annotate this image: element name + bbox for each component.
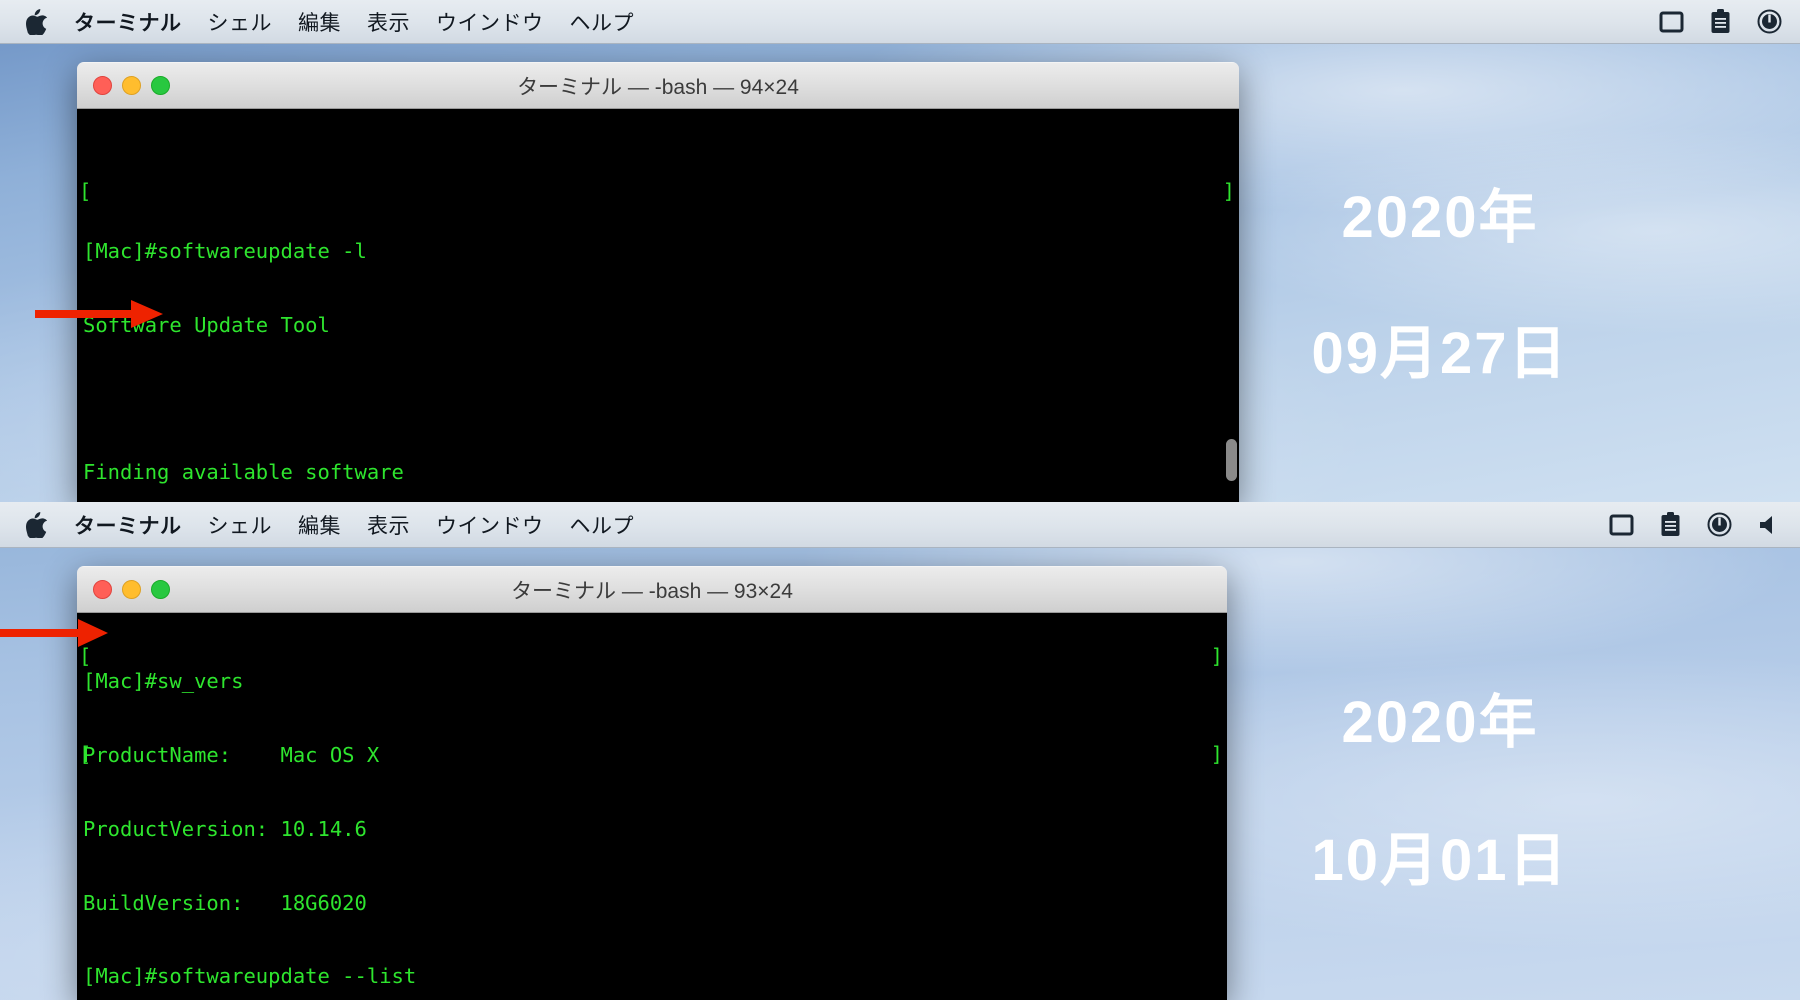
menu-item-window[interactable]: ウインドウ: [436, 7, 544, 37]
capture-edge-mark: [: [79, 742, 92, 766]
date-year-top: 2020年: [1341, 185, 1539, 250]
titlebar-bottom[interactable]: ターミナル — -bash — 93×24: [77, 566, 1227, 613]
capture-edge-mark: ]: [1210, 742, 1223, 766]
zoom-button[interactable]: [151, 76, 170, 95]
titlebar-top[interactable]: ターミナル — -bash — 94×24: [77, 62, 1239, 109]
terminal-window-top[interactable]: ターミナル — -bash — 94×24 [Mac]#softwareupda…: [77, 62, 1239, 502]
menu-item-help[interactable]: ヘルプ: [570, 510, 635, 540]
window-title-top: ターミナル — -bash — 94×24: [517, 75, 799, 99]
apple-logo-icon[interactable]: [26, 511, 48, 538]
capture-edge-mark: [: [79, 179, 92, 203]
zoom-button[interactable]: [151, 580, 170, 599]
terminal-line: ProductVersion: 10.14.6: [83, 816, 367, 841]
menu-item-shell[interactable]: シェル: [208, 510, 273, 540]
date-caption-top: 2020年 09月27日: [1290, 170, 1590, 390]
terminal-body-bottom[interactable]: [Mac]#sw_vers ProductName: Mac OS X Prod…: [77, 613, 1227, 1000]
date-day-bottom: 10月01日: [1311, 828, 1569, 893]
menu-item-window[interactable]: ウインドウ: [436, 510, 544, 540]
window-controls-top[interactable]: [93, 76, 170, 95]
screen-mirroring-icon[interactable]: [1659, 11, 1684, 33]
capture-edge-mark: ]: [1210, 644, 1223, 668]
power-icon[interactable]: [1757, 9, 1782, 34]
date-year-bottom: 2020年: [1341, 690, 1539, 755]
terminal-output-bottom: [Mac]#sw_vers ProductName: Mac OS X Prod…: [77, 613, 1227, 1000]
terminal-body-top[interactable]: [Mac]#softwareupdate -l Software Update …: [77, 109, 1239, 502]
terminal-line: [Mac]#softwareupdate -l: [83, 238, 367, 263]
terminal-line: Software Update Tool: [83, 312, 330, 337]
date-caption-bottom: 2020年 10月01日: [1290, 675, 1590, 897]
terminal-output-top: [Mac]#softwareupdate -l Software Update …: [77, 109, 1239, 502]
screen-mirroring-icon[interactable]: [1609, 514, 1634, 536]
terminal-line: [Mac]#softwareupdate --list: [83, 964, 417, 989]
menu-bar-top: ターミナル シェル 編集 表示 ウインドウ ヘルプ: [0, 0, 1800, 44]
menu-item-terminal[interactable]: ターミナル: [74, 7, 182, 37]
minimize-button[interactable]: [122, 76, 141, 95]
terminal-line: [Mac]#sw_vers: [83, 669, 244, 694]
clipboard-icon[interactable]: [1710, 9, 1731, 34]
menu-item-terminal[interactable]: ターミナル: [74, 510, 182, 540]
menu-item-view[interactable]: 表示: [367, 7, 410, 37]
menu-item-help[interactable]: ヘルプ: [570, 7, 635, 37]
terminal-line: BuildVersion: 18G6020: [83, 890, 367, 915]
top-screenshot-pane: ターミナル シェル 編集 表示 ウインドウ ヘルプ 2020年 09月27日 タ…: [0, 0, 1800, 502]
menu-item-edit[interactable]: 編集: [298, 7, 341, 37]
window-controls-bottom[interactable]: [93, 580, 170, 599]
terminal-window-bottom[interactable]: ターミナル — -bash — 93×24 [Mac]#sw_vers Prod…: [77, 566, 1227, 1000]
annotation-arrow-bottom: [0, 619, 108, 647]
annotation-arrow-top: [35, 300, 163, 328]
date-day-top: 09月27日: [1311, 321, 1569, 386]
minimize-button[interactable]: [122, 580, 141, 599]
capture-edge-mark: ]: [1222, 179, 1235, 203]
menu-item-shell[interactable]: シェル: [208, 7, 273, 37]
terminal-line: ProductName: Mac OS X: [83, 742, 380, 767]
close-button[interactable]: [93, 580, 112, 599]
close-button[interactable]: [93, 76, 112, 95]
apple-logo-icon[interactable]: [26, 8, 48, 35]
clipboard-icon[interactable]: [1660, 512, 1681, 537]
terminal-scrollbar-top[interactable]: [1226, 439, 1237, 481]
menu-bar-bottom: ターミナル シェル 編集 表示 ウインドウ ヘルプ: [0, 502, 1800, 548]
terminal-line: Finding available software: [83, 460, 404, 485]
bottom-screenshot-pane: ターミナル シェル 編集 表示 ウインドウ ヘルプ 2020年 10月01日 タ…: [0, 502, 1800, 1000]
menu-item-view[interactable]: 表示: [367, 510, 410, 540]
screenshot-root: ターミナル シェル 編集 表示 ウインドウ ヘルプ 2020年 09月27日 タ…: [0, 0, 1800, 1000]
menu-item-edit[interactable]: 編集: [298, 510, 341, 540]
power-icon[interactable]: [1707, 512, 1732, 537]
window-title-bottom: ターミナル — -bash — 93×24: [511, 579, 793, 603]
volume-icon[interactable]: [1758, 514, 1782, 536]
